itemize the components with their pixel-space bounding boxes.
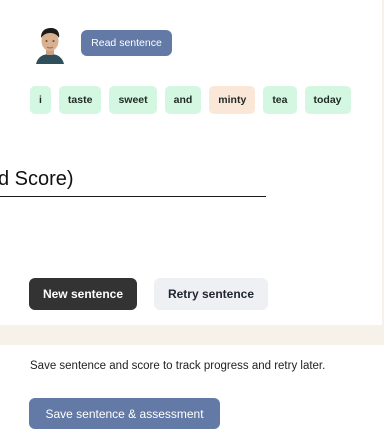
word-chip-list: i taste sweet and minty tea today <box>30 86 351 114</box>
word-chip[interactable]: i <box>30 86 51 114</box>
word-chip[interactable]: tea <box>263 86 297 114</box>
word-chip[interactable]: today <box>304 86 351 114</box>
save-description: Save sentence and score to track progres… <box>30 360 326 372</box>
word-chip[interactable]: sweet <box>109 86 157 114</box>
read-sentence-button[interactable]: Read sentence <box>81 30 172 56</box>
user-avatar-icon <box>34 24 66 64</box>
retry-sentence-button[interactable]: Retry sentence <box>154 278 268 310</box>
word-chip-warning[interactable]: minty <box>209 86 256 114</box>
word-chip[interactable]: and <box>164 86 202 114</box>
save-assessment-button[interactable]: Save sentence & assessment <box>29 398 220 429</box>
score-heading: d Score) <box>0 164 266 197</box>
sentence-practice-panel: Read sentence i taste sweet and minty te… <box>0 0 382 325</box>
new-sentence-button[interactable]: New sentence <box>29 278 137 310</box>
word-chip[interactable]: taste <box>58 86 102 114</box>
